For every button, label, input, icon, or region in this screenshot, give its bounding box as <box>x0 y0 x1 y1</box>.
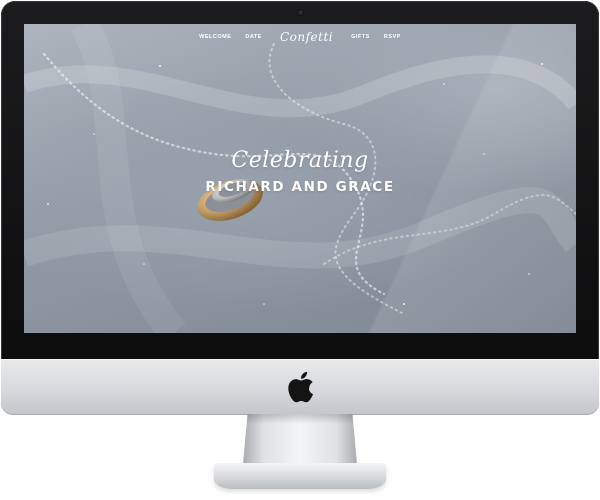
stand-shadow <box>246 414 354 424</box>
site-logo[interactable]: Confetti <box>280 30 333 44</box>
webcam <box>298 10 303 15</box>
website-screen: WELCOME DATE Confetti GIFTS RSVP Celebra… <box>24 24 576 333</box>
nav-welcome[interactable]: WELCOME <box>199 34 231 40</box>
apple-logo-icon <box>288 371 313 403</box>
imac-foot <box>214 463 386 489</box>
nav-rsvp[interactable]: RSVP <box>384 34 401 40</box>
nav-gifts[interactable]: GIFTS <box>351 34 370 40</box>
hero-script-heading: Celebrating <box>231 148 369 173</box>
hero-couple-names: RICHARD AND GRACE <box>205 179 395 195</box>
site-nav: WELCOME DATE Confetti GIFTS RSVP <box>24 26 576 48</box>
nav-date[interactable]: DATE <box>245 34 262 40</box>
